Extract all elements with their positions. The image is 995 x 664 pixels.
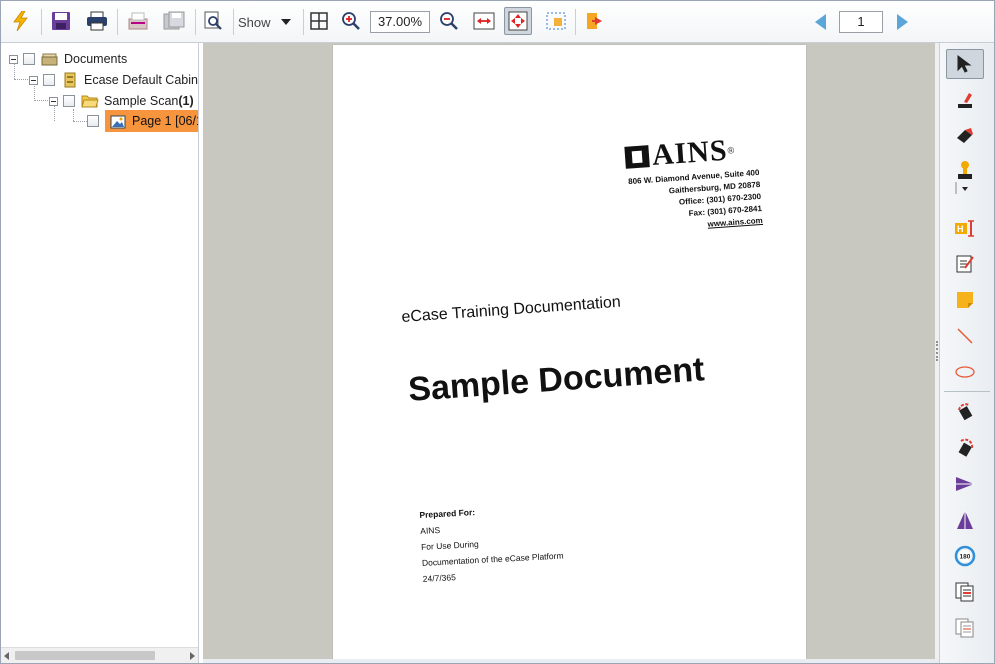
checkbox[interactable]: [43, 74, 55, 86]
scroll-left-icon[interactable]: [4, 652, 9, 660]
annotation-toolbar: H 180: [939, 43, 994, 663]
lightning-icon[interactable]: [7, 7, 35, 35]
fit-width-icon[interactable]: [470, 7, 498, 35]
checkbox[interactable]: [23, 53, 35, 65]
toolbar-separator: [575, 9, 576, 35]
documents-stack-icon: [41, 51, 59, 67]
tree-item-label: Sample Scan: [104, 94, 179, 108]
toolbar-separator: [195, 9, 196, 35]
grid-icon[interactable]: [305, 7, 333, 35]
tree-item-label: Ecase Default Cabine: [84, 73, 199, 87]
rotate-180-icon[interactable]: 180: [946, 541, 984, 571]
toolbar-separator: [303, 9, 304, 35]
note-edit-icon[interactable]: [946, 249, 984, 279]
chevron-down-icon: [280, 19, 291, 25]
toolbar-separator: [117, 9, 118, 35]
scroll-right-icon[interactable]: [190, 652, 195, 660]
document-viewer[interactable]: AINS ® 806 W. Diamond Avenue, Suite 400 G…: [203, 43, 935, 659]
flip-horizontal-icon[interactable]: [946, 469, 984, 499]
status-strip: [203, 659, 994, 663]
collapse-icon[interactable]: [29, 75, 38, 85]
line-icon[interactable]: [946, 321, 984, 351]
tree-item-cabinet[interactable]: Ecase Default Cabine: [29, 70, 199, 90]
show-dropdown[interactable]: Show: [238, 10, 291, 34]
pointer-icon[interactable]: [946, 49, 984, 79]
toolbar-separator: [233, 9, 234, 35]
company-address: 806 W. Diamond Avenue, Suite 400 Gaither…: [595, 167, 763, 238]
select-area-icon[interactable]: [542, 7, 570, 35]
selected-page-item[interactable]: Page 1 [06/1: [105, 110, 199, 132]
tree-item-folder[interactable]: Sample Scan (1): [49, 91, 194, 111]
zoom-out-icon[interactable]: [435, 7, 463, 35]
page-copy-icon[interactable]: [946, 613, 984, 643]
logo-text: AINS: [650, 133, 729, 172]
text-highlight-icon[interactable]: H: [946, 213, 984, 243]
image-page-icon: [109, 114, 127, 130]
zoom-input[interactable]: 37.00%: [370, 11, 430, 33]
print-icon[interactable]: [83, 7, 111, 35]
next-page-icon[interactable]: [897, 14, 908, 30]
collapse-icon[interactable]: [49, 96, 58, 106]
collapse-icon[interactable]: [9, 54, 18, 64]
exit-icon[interactable]: [581, 7, 609, 35]
document-tree: Documents Ecase Default Cabine Sample Sc…: [1, 43, 199, 663]
toolbar-separator: [41, 9, 42, 35]
sticky-note-icon[interactable]: [946, 285, 984, 315]
show-label: Show: [238, 14, 271, 30]
page-delete-icon[interactable]: [946, 577, 984, 607]
rotate-right-icon[interactable]: [946, 433, 984, 463]
save-icon[interactable]: [47, 7, 75, 35]
save-all-icon[interactable]: [160, 7, 188, 35]
zoom-in-icon[interactable]: [337, 7, 365, 35]
preview-icon[interactable]: [199, 7, 227, 35]
flip-vertical-icon[interactable]: [946, 505, 984, 535]
tree-horizontal-scrollbar[interactable]: [1, 647, 198, 663]
prepared-for-block: Prepared For: AINS For Use During Docume…: [419, 500, 565, 587]
splitter-grip[interactable]: [936, 341, 938, 361]
tree-item-page[interactable]: Page 1 [06/1: [87, 110, 199, 132]
stamp-icon[interactable]: [946, 157, 984, 197]
toolbar-separator: [944, 391, 990, 392]
tree-item-label: Documents: [64, 52, 128, 66]
tree-item-documents[interactable]: Documents: [9, 49, 127, 69]
svg-text:H: H: [957, 224, 964, 234]
previous-page-icon[interactable]: [815, 14, 826, 30]
highlighter-icon[interactable]: [946, 85, 984, 115]
company-logo: AINS ®: [624, 133, 735, 175]
document-title: Sample Document: [407, 350, 706, 409]
logo-mark-icon: [624, 145, 650, 169]
scan-icon[interactable]: [124, 7, 152, 35]
document-page: AINS ® 806 W. Diamond Avenue, Suite 400 G…: [333, 45, 806, 659]
svg-text:180: 180: [960, 554, 971, 561]
tree-item-count: (1): [178, 94, 194, 108]
logo-registered-mark: ®: [727, 145, 735, 156]
page-number-input[interactable]: 1: [839, 11, 883, 33]
document-subtitle: eCase Training Documentation: [401, 293, 622, 326]
scrollbar-thumb[interactable]: [15, 651, 155, 660]
ellipse-icon[interactable]: [946, 357, 984, 387]
checkbox[interactable]: [87, 115, 99, 127]
document-viewer-window: Show 37.00% 1 Documents Ecase Default Ca…: [0, 0, 995, 664]
tree-item-label: Page 1 [06/1: [132, 114, 199, 128]
cabinet-icon: [61, 72, 79, 88]
checkbox[interactable]: [63, 95, 75, 107]
main-toolbar: Show 37.00% 1: [1, 1, 994, 43]
folder-open-icon: [81, 93, 99, 109]
tree-connector: [73, 121, 87, 122]
rotate-left-icon[interactable]: [946, 397, 984, 427]
fit-page-icon[interactable]: [504, 7, 532, 35]
eraser-icon[interactable]: [946, 121, 984, 151]
